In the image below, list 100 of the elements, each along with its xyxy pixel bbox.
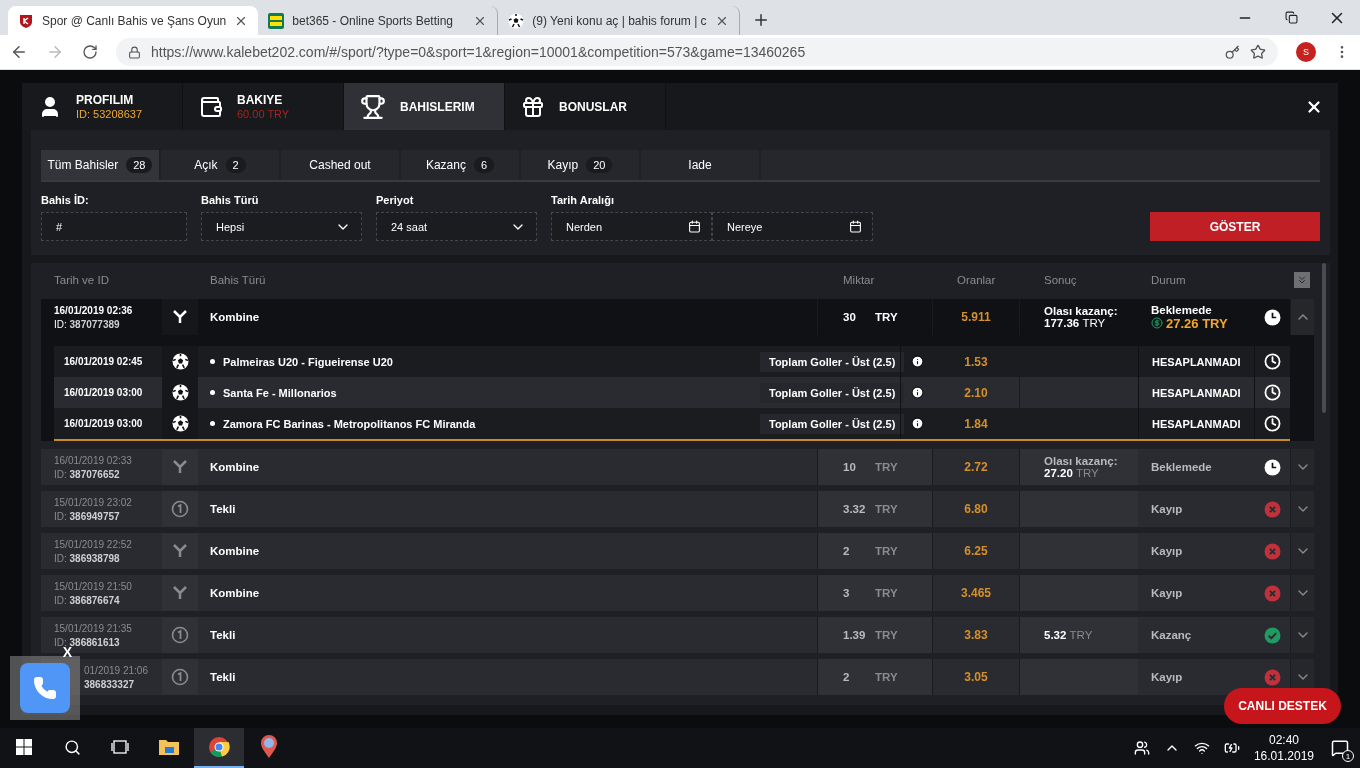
reload-icon[interactable] — [82, 44, 98, 60]
bet-id: ID: 386938798 — [54, 552, 121, 564]
bet-row[interactable]: 16/01/2019 02:33 ID: 387076652 Kombine 10 TRY 2.72 Olası kazanç: 27.20 TRY Beklemede — [41, 449, 1314, 485]
chrome-icon[interactable] — [208, 736, 230, 758]
bet-type: Kombine — [210, 545, 260, 557]
bet-id: ID: 386949757 — [54, 510, 121, 522]
field-label: Bahis İD: — [41, 194, 90, 206]
soccer-ball-icon — [171, 384, 189, 401]
market-label: Toplam Goller - Üst (2.5) — [760, 351, 905, 372]
bet-id: ID: 387076652 — [54, 468, 121, 480]
message-icon — [1331, 739, 1349, 757]
cashout-amount: 27.26 TRY — [1151, 315, 1255, 331]
info-icon[interactable] — [910, 355, 924, 368]
bet-row[interactable]: 15/01/2019 22:52 ID: 386938798 Kombine 2 TRY 6.25 Kayıp — [41, 533, 1314, 569]
calendar-icon — [849, 220, 862, 233]
market-label: Toplam Goller - Üst (2.5) — [760, 382, 905, 403]
phone-icon — [33, 676, 57, 700]
dollar-icon — [1151, 317, 1163, 329]
info-icon[interactable] — [910, 417, 924, 430]
phone-button[interactable] — [20, 663, 70, 713]
bet-status: Kayıp — [1151, 545, 1184, 557]
star-icon[interactable] — [1250, 44, 1266, 60]
bet-amount: 10 — [843, 461, 857, 473]
battery-icon[interactable] — [1223, 740, 1240, 756]
notification-button[interactable]: 1 — [1328, 736, 1352, 760]
merge-arrow-icon — [172, 309, 188, 325]
bet-row[interactable]: 01/2019 21:06 386833327 Tekli 2 TRY 3.05 Kayıp — [41, 659, 1314, 695]
scrollbar[interactable] — [1322, 263, 1326, 413]
key-icon[interactable] — [1225, 44, 1240, 60]
bet-type: Kombine — [210, 311, 260, 323]
field-label: Periyot — [376, 194, 415, 206]
dropdown[interactable]: Hepsi — [201, 212, 362, 241]
site-logo-icon — [268, 12, 285, 29]
info-icon[interactable] — [910, 386, 924, 399]
clock-icon — [1264, 353, 1281, 370]
bet-row[interactable]: 15/01/2019 21:50 ID: 386876674 Kombine 3 TRY 3.465 Kayıp — [41, 575, 1314, 611]
search-icon[interactable] — [63, 738, 81, 756]
wallet-icon — [199, 94, 223, 119]
double-chevron-icon — [1296, 274, 1308, 286]
bet-type: Kombine — [210, 461, 260, 473]
field-label: Bahis Türü — [201, 194, 260, 206]
dropdown[interactable]: 24 saat — [376, 212, 537, 241]
restore-icon[interactable] — [1284, 11, 1298, 24]
bet-date: 15/01/2019 22:52 — [54, 538, 133, 550]
map-pin-icon[interactable] — [260, 735, 278, 759]
result-label: Olası kazanç: — [1044, 305, 1119, 317]
currency: TRY — [875, 545, 898, 557]
result-amount: 27.20 TRY — [1044, 467, 1100, 479]
merge-arrow-icon — [172, 459, 188, 475]
bet-row[interactable]: 15/01/2019 23:02 ID: 386949757 Tekli 3.32 TRY 6.80 Kayıp — [41, 491, 1314, 527]
people-icon[interactable] — [1133, 740, 1150, 756]
clock-icon — [1264, 308, 1281, 326]
circled-one-icon — [171, 500, 189, 518]
bet-date: 16/01/2019 02:36 — [54, 304, 134, 316]
windows-logo-icon[interactable] — [16, 739, 32, 755]
back-icon[interactable] — [10, 43, 28, 61]
match-name: Zamora FC Barinas - Metropolitanos FC Miranda — [223, 417, 476, 430]
shield-icon — [18, 12, 34, 29]
bet-status: Beklemede — [1151, 303, 1213, 316]
ball-icon — [508, 12, 525, 29]
match-date: 16/01/2019 03:00 — [64, 418, 143, 429]
match-name: Palmeiras U20 - Figueirense U20 — [223, 355, 393, 368]
profile-avatar[interactable]: S — [1296, 42, 1316, 62]
currency: TRY — [875, 503, 898, 515]
filter-tab[interactable]: Tüm Bahisler 28 — [41, 150, 161, 180]
bet-amount: 30 — [843, 311, 857, 323]
task-view-icon[interactable] — [111, 739, 129, 755]
column-header: Oranlar — [956, 274, 997, 286]
bullet-icon — [210, 421, 215, 426]
bet-type: Tekli — [210, 629, 236, 641]
bullet-icon — [210, 359, 215, 364]
result-amount: 177.36 TRY — [1044, 317, 1107, 329]
bet-amount: 3.32 — [843, 503, 867, 515]
bet-status: Beklemede — [1151, 461, 1213, 473]
header-tab[interactable]: BAHISLERIM — [344, 83, 505, 130]
circled-one-icon — [171, 626, 189, 644]
merge-arrow-icon — [172, 543, 188, 559]
show-button[interactable]: GÖSTER — [1150, 212, 1320, 241]
bet-row[interactable]: 16/01/2019 02:36 ID: 387077389 Kombine 30 TRY 5.911 Olası kazanç: 177.36 TRY Beklemede 27.26 TRY — [41, 299, 1314, 335]
gift-icon — [521, 94, 545, 119]
date-field[interactable]: Nereye — [712, 212, 873, 241]
wifi-icon[interactable] — [1193, 740, 1210, 756]
clock-icon — [1264, 415, 1281, 432]
result-label: Olası kazanç: — [1044, 455, 1119, 467]
browser-tab[interactable]: Spor @ Canlı Bahis ve Şans Oyun — [8, 6, 259, 35]
field-label: Tarih Aralığı — [551, 194, 615, 206]
currency: TRY — [875, 311, 898, 323]
cross-circle-icon — [1264, 668, 1281, 686]
date-field[interactable]: Nerden — [551, 212, 712, 241]
taskbar-clock[interactable]: 02:40 16.01.2019 — [1253, 732, 1314, 764]
bet-type: Tekli — [210, 503, 236, 515]
live-support-button[interactable]: CANLI DESTEK — [1224, 688, 1341, 724]
bet-id: ID: 386861613 — [54, 636, 121, 648]
address-bar[interactable]: https://www.kalebet202.com/#/sport/?type=0&sport=1&region=10001&competition=573&game=13460265 — [116, 38, 1278, 66]
cross-circle-icon — [1264, 542, 1281, 560]
folder-icon[interactable] — [158, 738, 180, 756]
bet-id: 386833327 — [84, 678, 136, 690]
bet-id-field[interactable]: # — [41, 212, 187, 241]
bet-amount: 3 — [843, 587, 851, 599]
column-header: Tarih ve ID — [53, 274, 110, 286]
